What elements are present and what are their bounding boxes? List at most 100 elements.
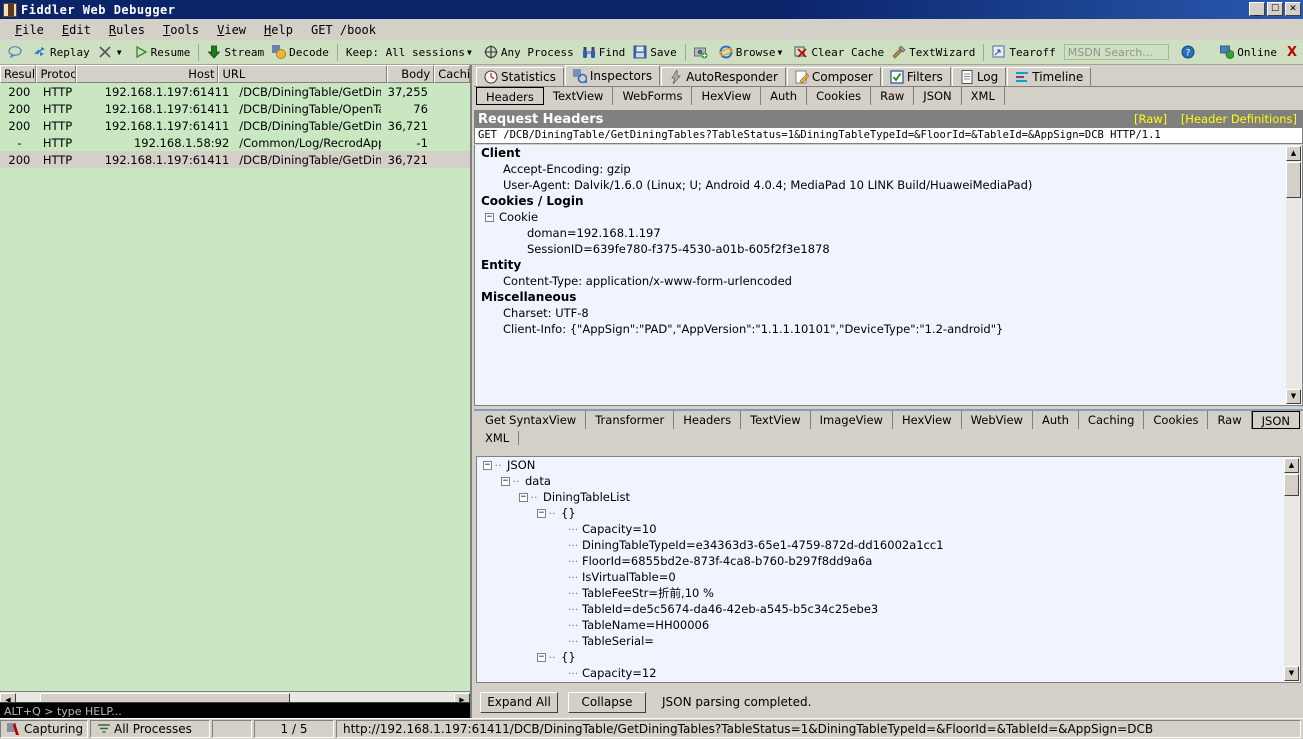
table-row[interactable]: 200 HTTP 192.168.1.197:61411 /DCB/Dining… — [0, 151, 470, 168]
json-node[interactable]: −·· {} — [477, 505, 1300, 521]
header-definitions-link[interactable]: [Header Definitions] — [1181, 112, 1297, 126]
subtab-textview[interactable]: TextView — [544, 87, 614, 105]
online-status-button[interactable]: Online — [1220, 45, 1277, 59]
help-button[interactable]: ? — [1177, 44, 1202, 60]
session-grid[interactable]: 200 HTTP 192.168.1.197:61411 /DCB/Dining… — [0, 83, 470, 691]
json-leaf[interactable]: ···TableName=HH00006 — [477, 617, 1300, 633]
scroll-thumb[interactable] — [1286, 162, 1301, 198]
tab-composer[interactable]: Composer — [787, 67, 881, 86]
json-leaf[interactable]: ···FloorId=6855bd2e-873f-4ca8-b760-b297f… — [477, 553, 1300, 569]
menu-item-edit[interactable]: Edit — [53, 21, 100, 39]
tab-inspectors[interactable]: Inspectors — [565, 65, 660, 86]
collapse-expander-icon[interactable]: − — [537, 653, 546, 662]
subtab-get-syntaxview[interactable]: Get SyntaxView — [476, 411, 586, 429]
tab-statistics[interactable]: Statistics — [476, 67, 564, 86]
column-header-result[interactable]: Result — [0, 65, 36, 83]
menu-item-file[interactable]: FFileile — [6, 21, 53, 39]
scroll-down-button[interactable]: ▼ — [1284, 666, 1299, 681]
header-node-cookie[interactable]: − Cookie — [475, 209, 1302, 225]
json-leaf[interactable]: ···DiningTableTypeId=e34363d3-65e1-4759-… — [477, 537, 1300, 553]
subtab-cookies[interactable]: Cookies — [807, 87, 871, 105]
menu-item-rules[interactable]: Rules — [100, 21, 154, 39]
collapse-expander-icon[interactable]: − — [537, 509, 546, 518]
tab-timeline[interactable]: Timeline — [1007, 67, 1091, 86]
screenshot-button[interactable] — [690, 44, 715, 60]
remove-dropdown-caret[interactable]: ▼ — [117, 48, 122, 57]
toolbar-close-button[interactable]: X — [1287, 45, 1297, 60]
collapse-expander-icon[interactable]: − — [501, 477, 510, 486]
table-row[interactable]: 200 HTTP 192.168.1.197:61411 /DCB/Dining… — [0, 117, 470, 134]
keep-dropdown-caret[interactable]: ▼ — [467, 48, 472, 57]
browse-dropdown-caret[interactable]: ▼ — [777, 48, 782, 57]
msdn-search-input[interactable]: MSDN Search... — [1064, 44, 1169, 60]
subtab-json[interactable]: JSON — [914, 87, 961, 105]
comment-button[interactable] — [4, 44, 29, 60]
resume-button[interactable]: Resume — [130, 44, 195, 60]
scroll-down-button[interactable]: ▼ — [1286, 389, 1301, 404]
column-header-body[interactable]: Body — [387, 65, 435, 83]
column-header-protocol[interactable]: Protocol — [36, 65, 75, 83]
subtab-xml[interactable]: XML — [962, 87, 1005, 105]
json-node[interactable]: −·· data — [477, 473, 1300, 489]
subtab-caching[interactable]: Caching — [1079, 411, 1144, 429]
subtab-auth[interactable]: Auth — [761, 87, 807, 105]
menu-item-view[interactable]: View — [208, 21, 255, 39]
collapse-button[interactable]: Collapse — [568, 692, 646, 713]
tab-filters[interactable]: Filters — [882, 67, 951, 86]
json-tree-view[interactable]: −·· JSON −·· data −·· DiningTableList −·… — [476, 456, 1301, 683]
subtab-webforms[interactable]: WebForms — [613, 87, 692, 105]
subtab-imageview[interactable]: ImageView — [811, 411, 893, 429]
subtab-resp-json[interactable]: JSON — [1252, 411, 1300, 429]
json-vertical-scrollbar[interactable]: ▲ ▼ — [1284, 458, 1299, 681]
text-wizard-button[interactable]: TextWizard — [888, 44, 979, 60]
json-leaf[interactable]: ···TableSerial= — [477, 633, 1300, 649]
tab-log[interactable]: Log — [952, 67, 1006, 86]
table-row[interactable]: 200 HTTP 192.168.1.197:61411 /DCB/Dining… — [0, 100, 470, 117]
json-leaf[interactable]: ···TableFeeStr=折前,10 % — [477, 585, 1300, 601]
tab-autoresponder[interactable]: AutoResponder — [661, 67, 786, 86]
quickexec-input[interactable]: ALT+Q > type HELP... — [0, 702, 470, 719]
minimize-button[interactable]: _ — [1249, 2, 1265, 16]
remove-button[interactable]: ▼ — [94, 44, 130, 60]
menu-item-getbook[interactable]: GET /book — [302, 21, 385, 39]
subtab-resp-hexview[interactable]: HexView — [893, 411, 962, 429]
json-leaf[interactable]: ···Capacity=10 — [477, 521, 1300, 537]
tearoff-button[interactable]: Tearoff — [988, 44, 1059, 60]
subtab-headers[interactable]: Headers — [476, 87, 544, 105]
clear-cache-button[interactable]: Clear Cache — [790, 44, 888, 60]
raw-link[interactable]: [Raw] — [1134, 112, 1167, 126]
column-header-url[interactable]: URL — [218, 65, 386, 83]
subtab-webview[interactable]: WebView — [962, 411, 1033, 429]
browse-button[interactable]: Browse ▼ — [715, 44, 791, 60]
request-headers-body[interactable]: Client Accept-Encoding: gzip User-Agent:… — [474, 145, 1303, 406]
decode-button[interactable]: Decode — [268, 44, 333, 60]
scroll-up-button[interactable]: ▲ — [1286, 146, 1301, 161]
json-node[interactable]: −·· {} — [477, 649, 1300, 665]
json-leaf[interactable]: ···IsVirtualTable=0 — [477, 569, 1300, 585]
table-row[interactable]: - HTTP 192.168.1.58:92 /Common/Log/Recro… — [0, 134, 470, 151]
json-leaf[interactable]: ···DiningTableTypeId=50fd002a-1c96-4b8c-… — [477, 681, 1300, 683]
subtab-resp-cookies[interactable]: Cookies — [1144, 411, 1208, 429]
keep-sessions-dropdown[interactable]: Keep: All sessions ▼ — [342, 45, 480, 60]
find-button[interactable]: Find — [578, 44, 630, 60]
subtab-resp-auth[interactable]: Auth — [1033, 411, 1079, 429]
status-capturing[interactable]: Capturing — [0, 720, 88, 738]
json-leaf[interactable]: ···TableId=de5c5674-da46-42eb-a545-b5c34… — [477, 601, 1300, 617]
scroll-thumb[interactable] — [1284, 474, 1299, 496]
collapse-expander-icon[interactable]: − — [485, 213, 494, 222]
table-row[interactable]: 200 HTTP 192.168.1.197:61411 /DCB/Dining… — [0, 83, 470, 100]
scroll-up-button[interactable]: ▲ — [1284, 458, 1299, 473]
collapse-expander-icon[interactable]: − — [519, 493, 528, 502]
status-processes[interactable]: All Processes — [90, 720, 210, 738]
subtab-resp-xml[interactable]: XML — [485, 431, 519, 445]
save-button[interactable]: Save — [629, 44, 681, 60]
subtab-resp-headers[interactable]: Headers — [674, 411, 741, 429]
json-node[interactable]: −·· JSON — [477, 457, 1300, 473]
subtab-transformer[interactable]: Transformer — [586, 411, 674, 429]
subtab-hexview[interactable]: HexView — [692, 87, 761, 105]
close-window-button[interactable]: ✕ — [1285, 2, 1301, 16]
stream-button[interactable]: Stream — [203, 44, 268, 60]
expand-all-button[interactable]: Expand All — [480, 692, 558, 713]
column-header-host[interactable]: Host — [76, 65, 219, 83]
menu-item-tools[interactable]: Tools — [154, 21, 208, 39]
